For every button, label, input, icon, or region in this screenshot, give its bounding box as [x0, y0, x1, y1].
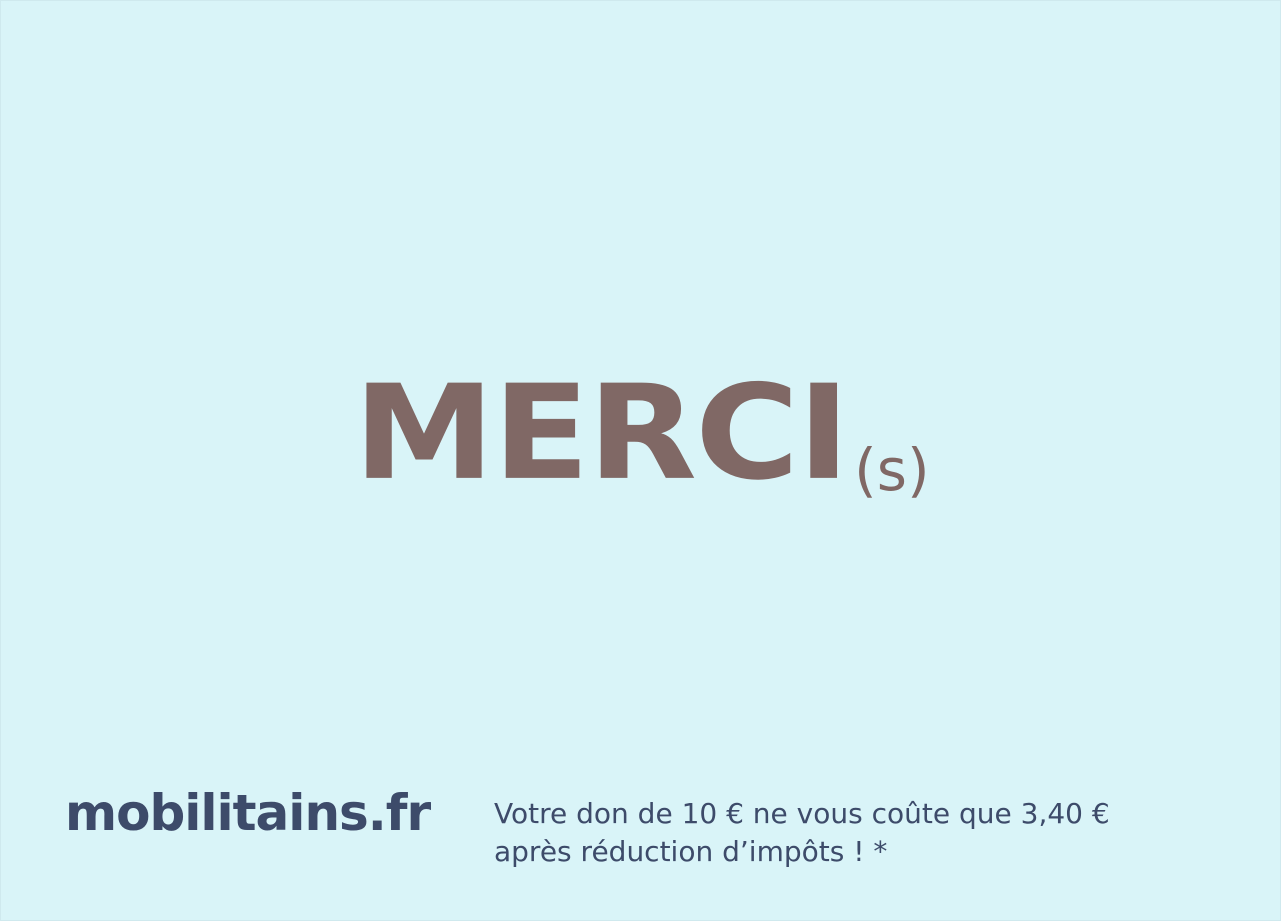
headline-suffix: (s): [854, 436, 930, 504]
tax-note-line-1: Votre don de 10 € ne vous coûte que 3,40…: [494, 797, 1110, 830]
headline-main: MERCI: [353, 357, 850, 510]
tax-note-line-2: après réduction d’impôts ! *: [494, 835, 888, 868]
tax-note: Votre don de 10 € ne vous coûte que 3,40…: [494, 795, 1110, 871]
site-name: mobilitains.fr: [65, 784, 431, 842]
headline: MERCI (s): [1, 357, 1281, 499]
thank-you-card: MERCI (s) mobilitains.fr Votre don de 10 …: [0, 0, 1281, 921]
